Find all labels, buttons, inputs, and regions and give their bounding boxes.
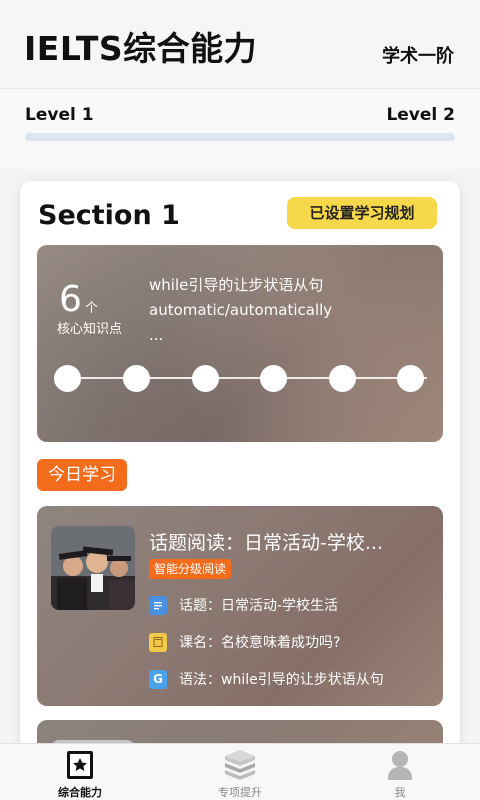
person-icon (387, 750, 413, 784)
document-icon (149, 595, 167, 615)
lesson-thumbnail (51, 526, 135, 610)
star-card-icon (66, 750, 94, 784)
section-title: Section 1 (38, 200, 180, 231)
lesson-grammar: 语法：while引导的让步状语从句 (179, 672, 384, 688)
next-level-label: Level 2 (386, 105, 455, 125)
step-dot[interactable] (397, 365, 424, 392)
current-level-label: Level 1 (25, 105, 94, 125)
knowledge-item: while引导的让步状语从句 (149, 276, 324, 294)
step-dot[interactable] (54, 365, 81, 392)
study-plan-button[interactable]: 已设置学习规划 (287, 197, 437, 229)
section-card: Section 1 已设置学习规划 6 个 核心知识点 while引导的让步状语… (20, 181, 460, 800)
level-progress-bar (25, 133, 455, 141)
grammar-g-icon: G (149, 669, 167, 689)
knowledge-item-ellipsis: ... (149, 326, 164, 344)
nav-label: 我 (394, 786, 406, 799)
knowledge-count: 6 (59, 279, 82, 320)
steps-connector (67, 377, 427, 379)
nav-tab-special[interactable]: 专项提升 (160, 744, 320, 800)
knowledge-item: automatic/automatically (149, 301, 333, 319)
nav-label: 专项提升 (218, 786, 262, 799)
knowledge-list: while引导的让步状语从句 automatic/automatically .… (149, 273, 332, 348)
step-dot[interactable] (192, 365, 219, 392)
bottom-navigation: 综合能力 专项提升 我 (0, 743, 480, 800)
step-dot[interactable] (329, 365, 356, 392)
step-dot[interactable] (260, 365, 287, 392)
top-header: IELTS综合能力 学术一阶 (0, 0, 480, 89)
lesson-topic-row: 话题：日常活动-学校生活 (149, 595, 338, 615)
lesson-course-name: 课名：名校意味着成功吗? (179, 635, 341, 651)
lesson-topic: 话题：日常活动-学校生活 (179, 598, 339, 614)
app-screen: IELTS综合能力 学术一阶 Level 1 Level 2 Section 1… (0, 0, 480, 800)
books-stack-icon (222, 750, 258, 784)
page-title: IELTS综合能力 (24, 29, 258, 68)
step-dot[interactable] (123, 365, 150, 392)
lesson-course-row: 课名：名校意味着成功吗? (149, 632, 340, 652)
level-progress-area: Level 1 Level 2 (0, 89, 480, 169)
lesson-tag: 智能分级阅读 (149, 559, 232, 579)
lesson-card[interactable]: 话题阅读：日常活动-学校... 智能分级阅读 话题：日常活动-学校生活 课名：名… (37, 506, 443, 706)
knowledge-points-panel[interactable]: 6 个 核心知识点 while引导的让步状语从句 automatic/autom… (37, 245, 443, 442)
lesson-title: 话题阅读：日常活动-学校... (149, 532, 383, 554)
today-study-badge: 今日学习 (37, 459, 127, 491)
level-selector[interactable]: 学术一阶 (382, 42, 454, 68)
book-icon (149, 632, 167, 652)
nav-label: 综合能力 (58, 786, 102, 799)
lesson-grammar-row: G 语法：while引导的让步状语从句 (149, 669, 384, 689)
nav-tab-comprehensive[interactable]: 综合能力 (0, 744, 160, 800)
knowledge-count-unit: 个 (85, 301, 99, 316)
nav-tab-me[interactable]: 我 (320, 744, 480, 800)
knowledge-count-label: 核心知识点 (57, 322, 123, 337)
